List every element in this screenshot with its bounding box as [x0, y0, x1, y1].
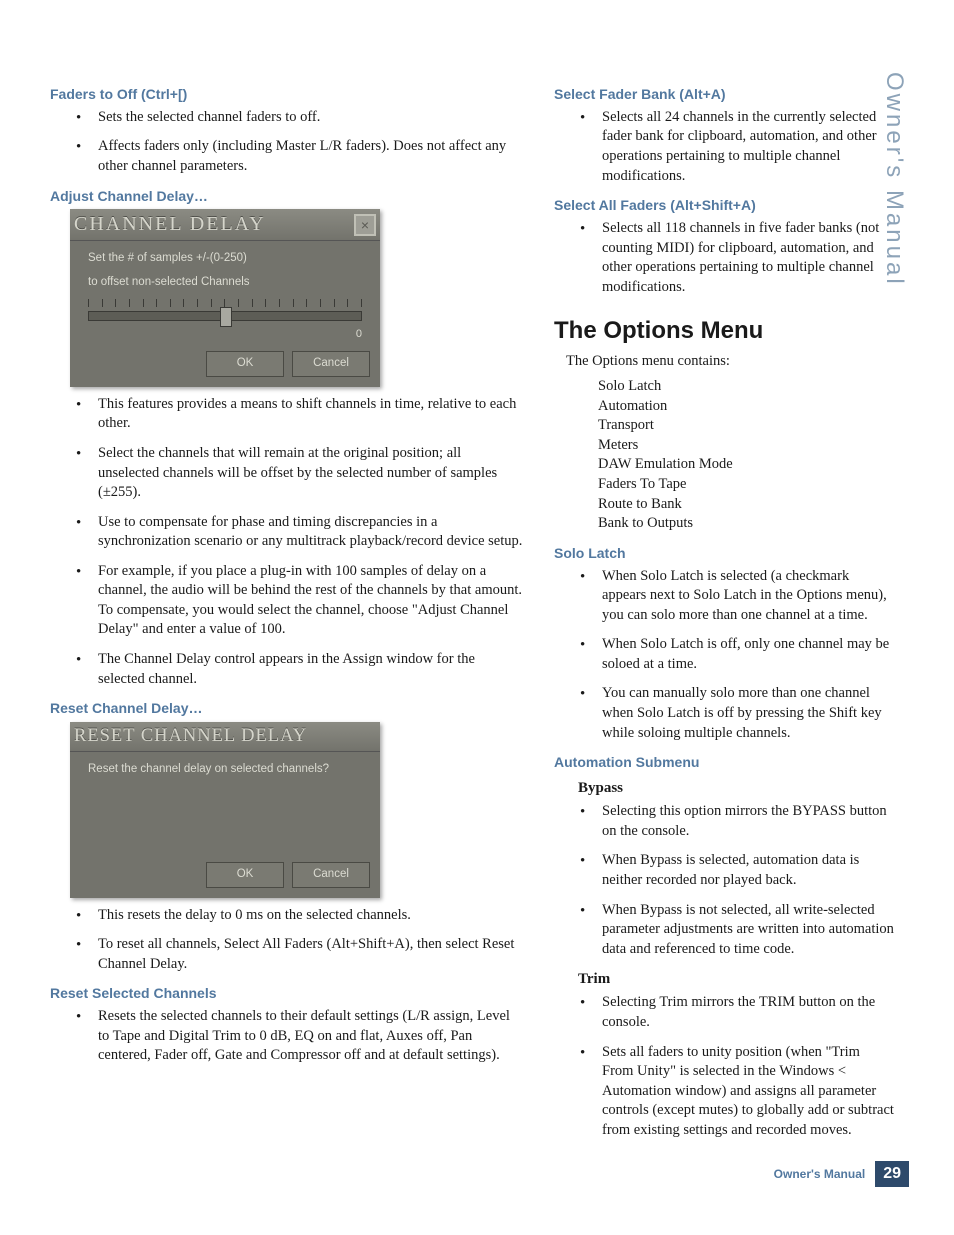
options-intro: The Options menu contains: [566, 352, 894, 372]
dialog-reset-channel-delay: RESET CHANNEL DELAY Reset the channel de… [70, 722, 380, 897]
menu-item: Meters [598, 436, 894, 456]
list-item: Affects faders only (including Master L/… [70, 137, 524, 176]
page-content: Faders to Off (Ctrl+[) Sets the selected… [0, 0, 954, 1200]
heading-select-fader-bank: Select Fader Bank (Alt+A) [554, 85, 894, 104]
list-item: When Solo Latch is off, only one channel… [574, 635, 894, 674]
list-item: For example, if you place a plug-in with… [70, 562, 524, 640]
dialog-title: RESET CHANNEL DELAY [74, 724, 307, 749]
list-item: Sets the selected channel faders to off. [70, 108, 524, 128]
list-item: Select the channels that will remain at … [70, 444, 524, 503]
list-item: Use to compensate for phase and timing d… [70, 513, 524, 552]
list-item: Selecting Trim mirrors the TRIM button o… [574, 993, 894, 1032]
slider-value: 0 [88, 327, 362, 342]
list-bypass: Selecting this option mirrors the BYPASS… [554, 802, 894, 959]
cancel-button[interactable]: Cancel [292, 862, 370, 888]
ok-button[interactable]: OK [206, 862, 284, 888]
menu-item: Solo Latch [598, 377, 894, 397]
menu-item: DAW Emulation Mode [598, 455, 894, 475]
list-reset-selected-channels: Resets the selected channels to their de… [50, 1007, 524, 1066]
heading-solo-latch: Solo Latch [554, 544, 894, 563]
heading-reset-channel-delay: Reset Channel Delay… [50, 699, 524, 718]
heading-automation-submenu: Automation Submenu [554, 753, 894, 772]
heading-reset-selected-channels: Reset Selected Channels [50, 984, 524, 1003]
list-item: This resets the delay to 0 ms on the sel… [70, 906, 524, 926]
menu-item: Automation [598, 397, 894, 417]
left-column: Faders to Off (Ctrl+[) Sets the selected… [50, 75, 524, 1150]
dialog-message-line: to offset non-selected Channels [88, 275, 362, 291]
heading-options-menu: The Options Menu [554, 315, 894, 347]
dialog-title: CHANNEL DELAY [74, 211, 266, 238]
page-number: 29 [875, 1161, 909, 1187]
delay-slider[interactable] [88, 299, 362, 325]
list-adjust-channel-delay: This features provides a means to shift … [50, 395, 524, 689]
list-select-fader-bank: Selects all 24 channels in the currently… [554, 108, 894, 186]
menu-item: Faders To Tape [598, 475, 894, 495]
list-item: When Bypass is not selected, all write-s… [574, 901, 894, 960]
list-trim: Selecting Trim mirrors the TRIM button o… [554, 993, 894, 1140]
menu-item: Transport [598, 416, 894, 436]
slider-thumb[interactable] [220, 307, 232, 327]
right-column: Select Fader Bank (Alt+A) Selects all 24… [554, 75, 894, 1150]
list-solo-latch: When Solo Latch is selected (a checkmark… [554, 567, 894, 744]
list-faders-to-off: Sets the selected channel faders to off.… [50, 108, 524, 177]
cancel-button[interactable]: Cancel [292, 351, 370, 377]
list-item: To reset all channels, Select All Faders… [70, 935, 524, 974]
heading-select-all-faders: Select All Faders (Alt+Shift+A) [554, 196, 894, 215]
heading-faders-to-off: Faders to Off (Ctrl+[) [50, 85, 524, 104]
list-item: Selects all 24 channels in the currently… [574, 108, 894, 186]
subheading-trim: Trim [578, 969, 894, 989]
list-item: When Bypass is selected, automation data… [574, 851, 894, 890]
list-item: Selects all 118 channels in five fader b… [574, 219, 894, 297]
options-menu-list: Solo Latch Automation Transport Meters D… [598, 377, 894, 534]
dialog-titlebar: CHANNEL DELAY × [70, 209, 380, 241]
list-reset-channel-delay: This resets the delay to 0 ms on the sel… [50, 906, 524, 975]
ok-button[interactable]: OK [206, 351, 284, 377]
close-icon[interactable]: × [354, 214, 376, 236]
footer-label: Owner's Manual [774, 1166, 866, 1182]
dialog-message-line: Set the # of samples +/-(0-250) [88, 251, 362, 267]
page-footer: Owner's Manual 29 [774, 1161, 909, 1187]
list-item: When Solo Latch is selected (a checkmark… [574, 567, 894, 626]
list-item: Resets the selected channels to their de… [70, 1007, 524, 1066]
list-item: This features provides a means to shift … [70, 395, 524, 434]
list-item: Selecting this option mirrors the BYPASS… [574, 802, 894, 841]
list-item: You can manually solo more than one chan… [574, 684, 894, 743]
list-item: Sets all faders to unity position (when … [574, 1043, 894, 1141]
heading-adjust-channel-delay: Adjust Channel Delay… [50, 187, 524, 206]
list-item: The Channel Delay control appears in the… [70, 650, 524, 689]
dialog-channel-delay: CHANNEL DELAY × Set the # of samples +/-… [70, 209, 380, 386]
dialog-message-line: Reset the channel delay on selected chan… [88, 762, 362, 778]
menu-item: Route to Bank [598, 495, 894, 515]
subheading-bypass: Bypass [578, 778, 894, 798]
dialog-titlebar: RESET CHANNEL DELAY [70, 722, 380, 752]
list-select-all-faders: Selects all 118 channels in five fader b… [554, 219, 894, 297]
menu-item: Bank to Outputs [598, 514, 894, 534]
